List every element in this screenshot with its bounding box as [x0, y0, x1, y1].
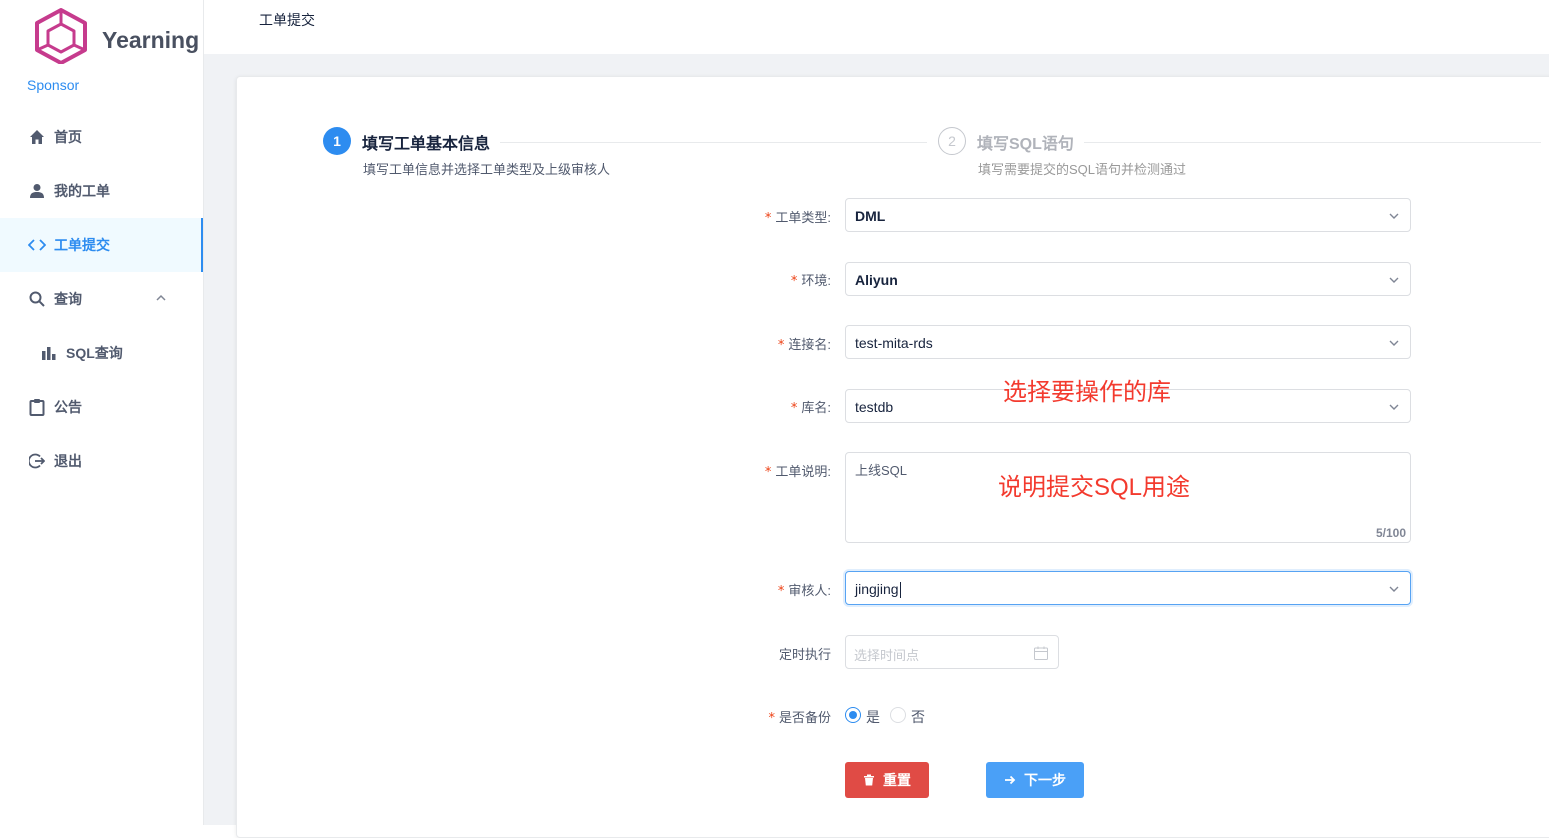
database-value: testdb: [855, 399, 894, 415]
user-icon: [28, 182, 46, 200]
search-icon: [28, 290, 46, 308]
sidebar-item-label: 查询: [54, 291, 82, 307]
sidebar-item-query[interactable]: 查询: [0, 272, 203, 326]
brand-name: Yearning: [102, 27, 200, 53]
connection-value: test-mita-rds: [855, 335, 933, 351]
sidebar-item-label: SQL查询: [66, 345, 123, 361]
backup-yes-label: 是: [866, 709, 880, 725]
sidebar-item-label: 工单提交: [54, 237, 110, 253]
sidebar-menu: 首页 我的工单 工单提交 查询 SQL查询 公告 退出: [0, 110, 203, 488]
trash-icon: [864, 774, 874, 786]
sidebar-item-announcement[interactable]: 公告: [0, 380, 203, 434]
chevron-down-icon: [1389, 340, 1399, 346]
schedule-label: 定时执行: [778, 647, 831, 662]
step-1-indicator: 1: [323, 127, 351, 155]
sidebar-item-submit-order[interactable]: 工单提交: [0, 218, 203, 272]
schedule-placeholder: 选择时间点: [854, 648, 920, 663]
environment-label: * 环境:: [790, 273, 831, 289]
step-1-title: 填写工单基本信息: [362, 136, 491, 153]
order-type-value: DML: [855, 208, 886, 224]
backup-no-radio[interactable]: [890, 707, 906, 723]
connection-select[interactable]: test-mita-rds: [845, 325, 1411, 359]
description-value: 上线SQL: [855, 463, 908, 478]
step-1-description: 填写工单信息并选择工单类型及上级审核人: [363, 162, 611, 177]
chevron-down-icon: [1389, 213, 1399, 219]
database-label: * 库名:: [790, 400, 831, 416]
auditor-value: jingjing: [855, 581, 901, 599]
logout-icon: [28, 452, 46, 470]
connection-label: * 连接名:: [777, 337, 831, 353]
breadcrumb: 工单提交: [259, 12, 315, 28]
arrow-right-icon: [1005, 775, 1016, 785]
reset-button[interactable]: 重置: [845, 762, 929, 798]
sidebar-item-label: 我的工单: [54, 183, 110, 199]
sidebar-item-label: 公告: [54, 399, 82, 415]
auditor-select[interactable]: jingjing: [845, 571, 1411, 605]
auditor-label: * 审核人:: [777, 583, 831, 599]
chevron-down-icon: [1389, 277, 1399, 283]
sponsor-link[interactable]: Sponsor: [27, 77, 79, 93]
step-2-title: 填写SQL语句: [977, 136, 1074, 153]
home-icon: [28, 128, 46, 146]
step-divider: [500, 142, 927, 143]
code-icon: [28, 236, 46, 254]
description-annotation: 说明提交SQL用途: [998, 474, 1191, 501]
sidebar-item-sql-query[interactable]: SQL查询: [0, 326, 203, 380]
sidebar: Yearning Sponsor 首页 我的工单 工单提交 查询 SQL查询 公…: [0, 0, 204, 825]
backup-label: * 是否备份: [768, 710, 831, 726]
schedule-date-picker[interactable]: 选择时间点: [845, 635, 1059, 669]
database-annotation: 选择要操作的库: [1003, 379, 1171, 406]
character-count: 5/100: [1375, 526, 1406, 540]
environment-select[interactable]: Aliyun: [845, 262, 1411, 296]
sidebar-item-logout[interactable]: 退出: [0, 434, 203, 488]
step-2-indicator: 2: [938, 127, 966, 155]
order-type-select[interactable]: DML: [845, 198, 1411, 232]
step-2-description: 填写需要提交的SQL语句并检测通过: [978, 162, 1187, 177]
reset-button-label: 重置: [883, 772, 911, 788]
sidebar-item-label: 退出: [54, 453, 82, 469]
description-label: * 工单说明:: [764, 464, 831, 480]
sidebar-item-label: 首页: [54, 129, 82, 145]
backup-yes-radio[interactable]: [845, 707, 861, 723]
bar-chart-icon: [40, 344, 58, 362]
backup-no-label: 否: [911, 709, 925, 725]
step-divider: [1084, 142, 1541, 143]
page-header: 工单提交: [224, 0, 1549, 54]
sidebar-item-home[interactable]: 首页: [0, 110, 203, 164]
next-step-button[interactable]: 下一步: [986, 762, 1084, 798]
chevron-down-icon: [1389, 404, 1399, 410]
next-step-button-label: 下一步: [1024, 772, 1066, 788]
calendar-icon: [1034, 646, 1048, 660]
chevron-up-icon: [156, 294, 166, 301]
sidebar-item-my-orders[interactable]: 我的工单: [0, 164, 203, 218]
yearning-logo-icon: [35, 8, 87, 64]
chevron-down-icon: [1389, 586, 1399, 592]
clipboard-icon: [28, 398, 46, 416]
order-type-label: * 工单类型:: [764, 210, 831, 226]
environment-value: Aliyun: [855, 272, 898, 288]
